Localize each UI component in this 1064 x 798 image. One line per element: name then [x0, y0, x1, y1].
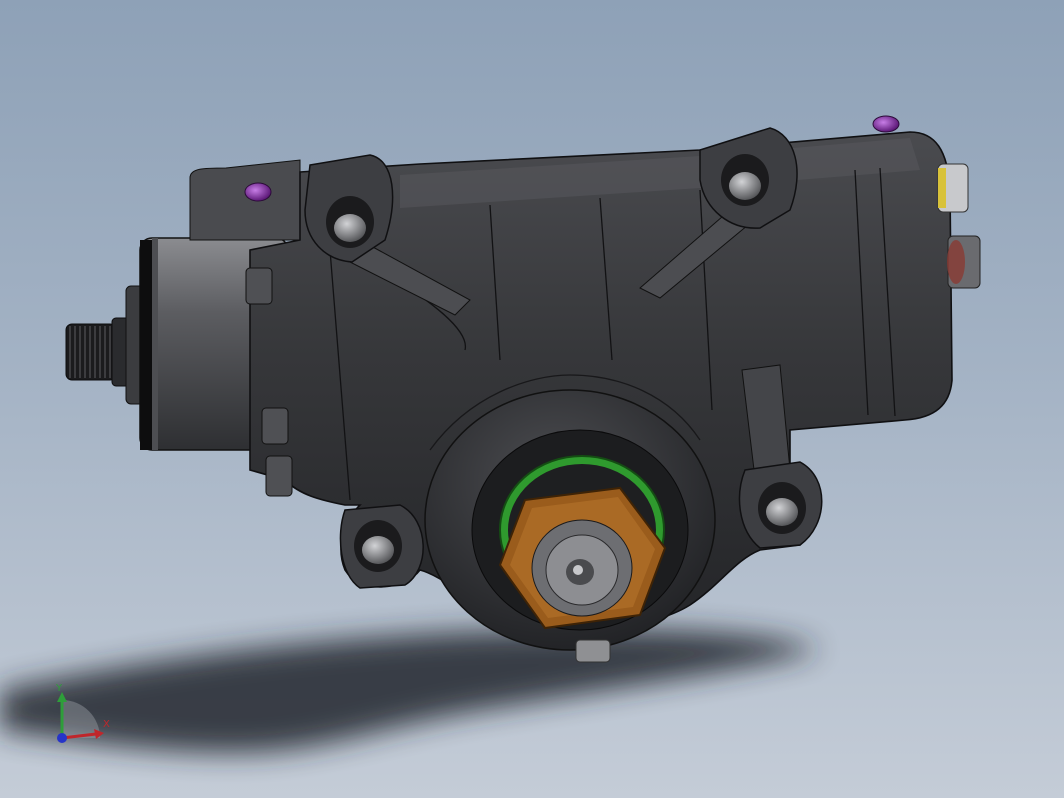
mounting-boss-bottom-left[interactable]	[339, 504, 424, 589]
purple-plug-right	[872, 115, 900, 133]
input-shaft[interactable]	[65, 285, 147, 405]
purple-plug-left	[244, 182, 272, 202]
mounting-boss-bottom-right[interactable]	[738, 461, 823, 549]
triad-x-label: X	[103, 719, 110, 730]
model-view[interactable]: Y X	[0, 0, 1064, 798]
triad-z-axis	[57, 733, 67, 743]
ground-shadow	[0, 629, 820, 753]
3d-viewport[interactable]: Y X	[0, 0, 1064, 798]
triad-y-label: Y	[55, 683, 63, 694]
